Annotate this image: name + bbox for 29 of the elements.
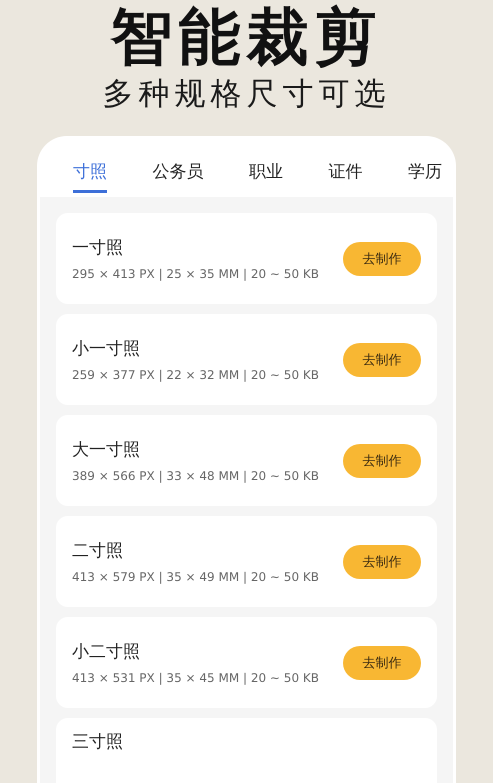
size-name: 三寸照 [72,731,123,753]
headline: 智能裁剪 [110,2,382,72]
size-name: 小二寸照 [72,641,141,663]
make-button[interactable]: 去制作 [343,242,421,276]
tab[interactable]: 职业 [249,160,283,193]
subheadline: 多种规格尺寸可选 [102,75,390,114]
tab[interactable]: 公务员 [152,160,204,193]
size-spec: 295 × 413 PX | 25 × 35 MM | 20 ~ 50 KB [72,267,319,281]
tab[interactable]: 证件 [328,160,362,193]
tab[interactable]: 寸照 [73,160,107,193]
size-spec: 259 × 377 PX | 22 × 32 MM | 20 ~ 50 KB [72,368,319,382]
size-card[interactable]: 小二寸照 413 × 531 PX | 35 × 45 MM | 20 ~ 50 KB 去制作 [56,617,437,708]
size-spec: 413 × 579 PX | 35 × 49 MM | 20 ~ 50 KB [72,570,319,584]
size-spec: 389 × 566 PX | 33 × 48 MM | 20 ~ 50 KB [72,469,319,483]
size-card[interactable]: 小一寸照 259 × 377 PX | 22 × 32 MM | 20 ~ 50 KB 去制作 [56,314,437,405]
make-button[interactable]: 去制作 [343,444,421,478]
size-name: 一寸照 [72,237,124,259]
size-card[interactable]: 一寸照 295 × 413 PX | 25 × 35 MM | 20 ~ 50 KB 去制作 [56,213,437,304]
size-name: 二寸照 [72,540,124,562]
tab[interactable]: 学历 [408,160,442,193]
size-spec: 413 × 531 PX | 35 × 45 MM | 20 ~ 50 KB [72,671,319,685]
make-button[interactable]: 去制作 [343,646,421,680]
make-button[interactable]: 去制作 [343,544,421,578]
size-name: 大一寸照 [72,439,141,461]
size-card[interactable]: 二寸照 413 × 579 PX | 35 × 49 MM | 20 ~ 50 KB 去制作 [56,516,437,607]
make-button[interactable]: 去制作 [343,342,421,376]
size-card[interactable]: 大一寸照 389 × 566 PX | 33 × 48 MM | 20 ~ 50 KB 去制作 [56,415,437,506]
size-card[interactable]: 三寸照 [56,718,437,783]
size-name: 小一寸照 [72,338,141,360]
